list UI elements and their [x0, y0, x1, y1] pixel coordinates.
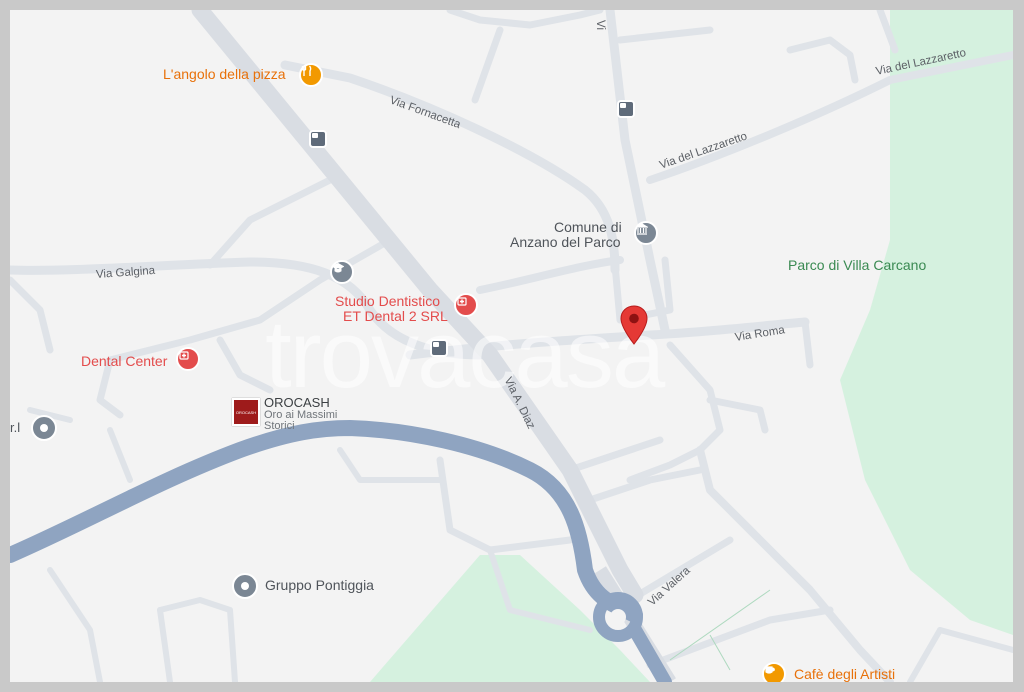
poi-label-orocash-sub2: Storici	[264, 420, 295, 432]
poi-label-cafe[interactable]: Cafè degli Artisti	[794, 666, 895, 682]
poi-label-srl-fragment[interactable]: r.l	[10, 420, 20, 436]
poi-label-pizza[interactable]: L'angolo della pizza	[163, 66, 286, 82]
bus-stop-icon[interactable]	[430, 339, 448, 357]
orocash-logo-text: OROCASH	[235, 409, 257, 415]
poi-label-studio-line1[interactable]: Studio Dentistico	[335, 293, 440, 309]
bus-stop-icon[interactable]	[309, 130, 327, 148]
cafe-icon[interactable]	[762, 662, 786, 682]
place-icon[interactable]	[232, 573, 258, 599]
school-icon[interactable]	[330, 260, 354, 284]
poi-label-comune-line2[interactable]: Anzano del Parco	[510, 234, 621, 250]
poi-label-gruppo[interactable]: Gruppo Pontiggia	[265, 577, 374, 593]
restaurant-icon[interactable]	[299, 63, 323, 87]
road-label-top-fragment: Vi	[594, 20, 606, 31]
poi-label-dental-center[interactable]: Dental Center	[81, 353, 167, 369]
location-pin-icon[interactable]	[620, 305, 648, 345]
government-building-icon[interactable]	[634, 221, 658, 245]
map-frame: trovacasa Via Fornacetta Via del Lazzare…	[0, 0, 1024, 692]
map-canvas[interactable]: trovacasa Via Fornacetta Via del Lazzare…	[10, 10, 1013, 682]
medical-icon[interactable]	[176, 347, 200, 371]
poi-label-comune-line1[interactable]: Comune di	[554, 219, 622, 235]
poi-label-parco[interactable]: Parco di Villa Carcano	[788, 257, 926, 273]
medical-icon[interactable]	[454, 293, 478, 317]
poi-label-studio-line2[interactable]: ET Dental 2 SRL	[343, 308, 448, 324]
orocash-logo[interactable]: OROCASH	[232, 398, 260, 426]
bus-stop-icon[interactable]	[617, 100, 635, 118]
park-villa-carcano	[840, 10, 1013, 635]
place-icon[interactable]	[31, 415, 57, 441]
